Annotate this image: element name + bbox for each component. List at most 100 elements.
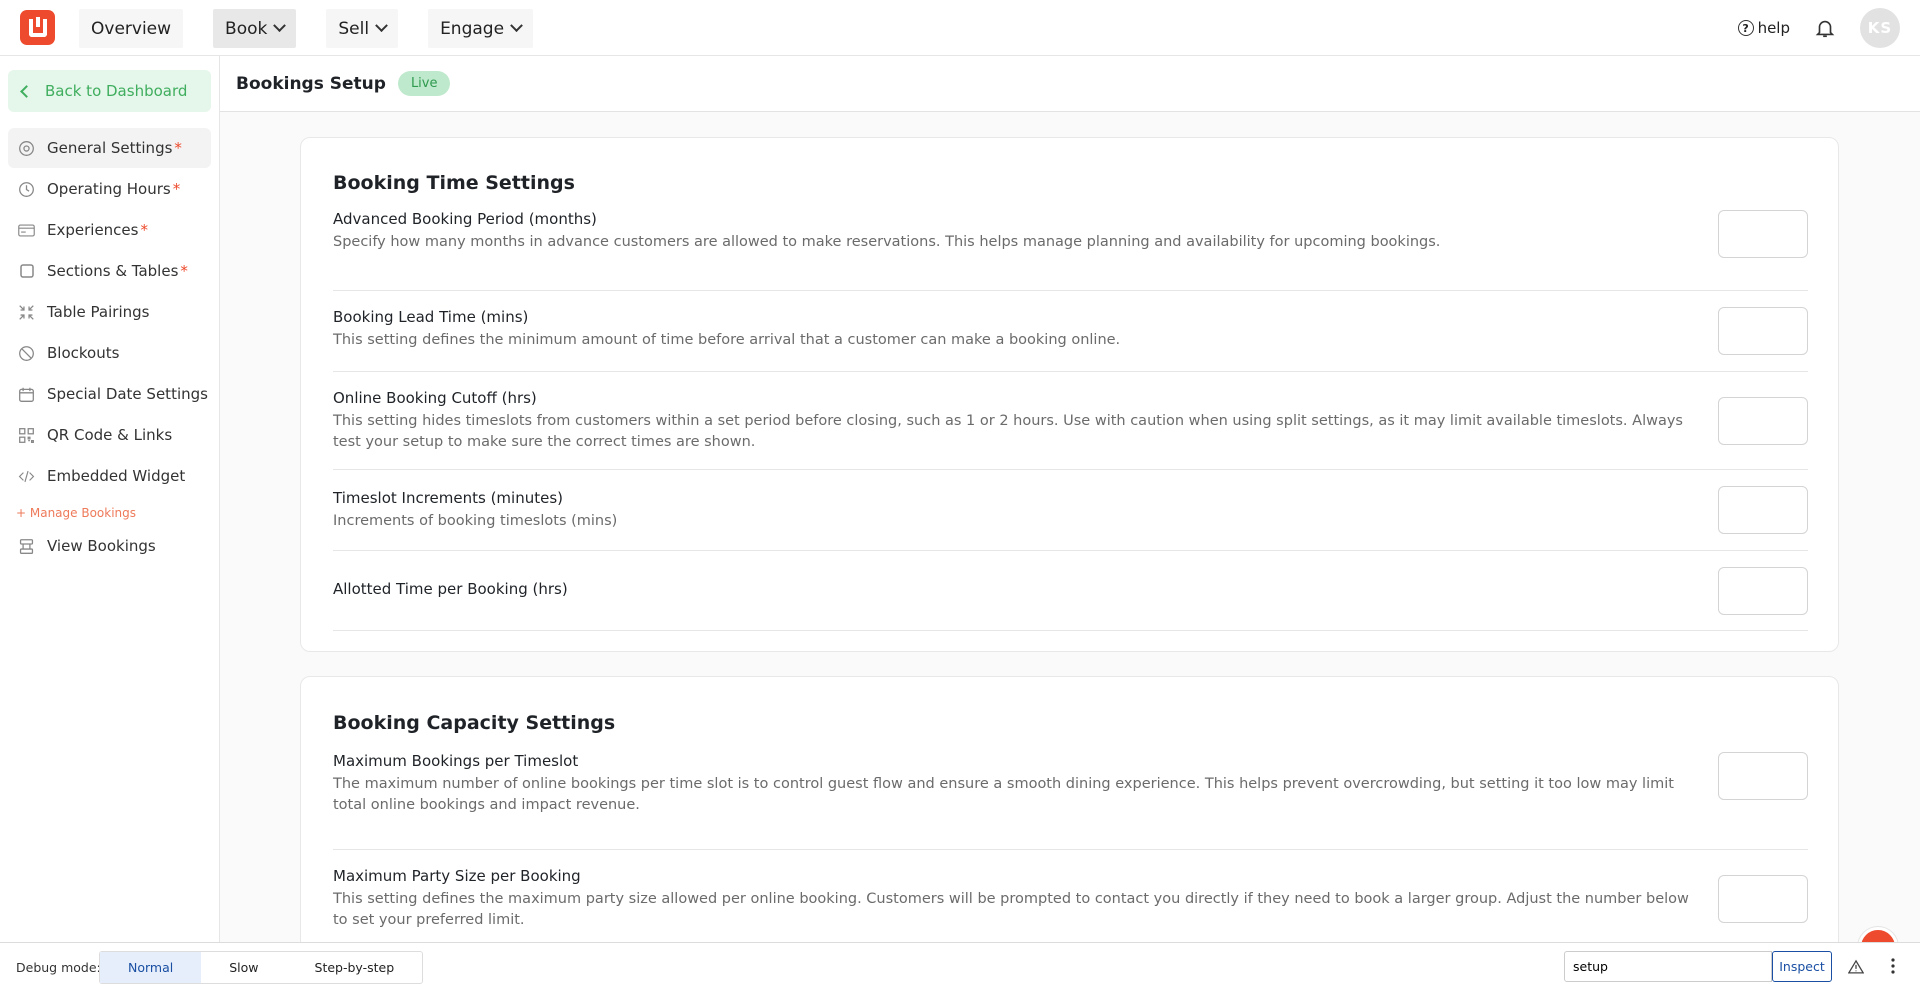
booking-lead-time-input[interactable] bbox=[1718, 307, 1808, 355]
sidebar-item-label: General Settings * bbox=[47, 139, 182, 157]
setting-row: Booking Lead Time (mins) This setting de… bbox=[333, 291, 1808, 372]
online-booking-cutoff-input[interactable] bbox=[1718, 397, 1808, 445]
page-title: Bookings Setup bbox=[236, 73, 386, 94]
nav-overview-label: Overview bbox=[91, 18, 172, 39]
setting-row: Online Booking Cutoff (hrs) This setting… bbox=[333, 372, 1808, 470]
sidebar-item-label: Experiences * bbox=[47, 221, 148, 239]
setting-description: This setting hides timeslots from custom… bbox=[333, 413, 1683, 450]
topbar-actions: ? help KS bbox=[1737, 8, 1900, 48]
sidebar-item-label: Embedded Widget bbox=[47, 467, 186, 485]
setting-row: Advanced Booking Period (months) Specify… bbox=[333, 210, 1808, 291]
setting-description: The maximum number of online bookings pe… bbox=[333, 776, 1674, 813]
sidebar-item-label: Special Date Settings bbox=[47, 385, 208, 403]
sidebar-item-label: Table Pairings bbox=[47, 303, 150, 321]
max-party-size-input[interactable] bbox=[1718, 875, 1808, 923]
sidebar-item-qr-code-links[interactable]: QR Code & Links bbox=[8, 415, 211, 455]
setting-label: Maximum Party Size per Booking bbox=[333, 867, 581, 885]
sidebar-item-experiences[interactable]: Experiences * bbox=[8, 210, 211, 250]
setting-description: Increments of booking timeslots (mins) bbox=[333, 513, 618, 529]
chevron-down-icon bbox=[510, 19, 523, 33]
nav-overview[interactable]: Overview bbox=[79, 9, 184, 48]
debug-mode-normal-button[interactable]: Normal bbox=[100, 952, 202, 983]
allotted-time-input[interactable] bbox=[1718, 567, 1808, 615]
nav-sell-label: Sell bbox=[338, 18, 370, 39]
nav-book[interactable]: Book bbox=[213, 9, 297, 48]
setting-row: Maximum Bookings per Timeslot The maximu… bbox=[333, 752, 1808, 850]
back-label: Back to Dashboard bbox=[45, 82, 188, 100]
setting-row: Timeslot Increments (minutes) Increments… bbox=[333, 470, 1808, 551]
logo-mark-icon bbox=[28, 16, 47, 37]
booking-time-settings-card: Booking Time Settings Advanced Booking P… bbox=[300, 137, 1839, 652]
help-link[interactable]: ? help bbox=[1737, 19, 1790, 37]
debug-search-input[interactable] bbox=[1564, 951, 1772, 982]
setting-label: Advanced Booking Period (months) bbox=[333, 210, 597, 228]
setting-row: Maximum Party Size per Booking This sett… bbox=[333, 850, 1808, 942]
nav-sell[interactable]: Sell bbox=[326, 9, 399, 48]
advanced-booking-period-input[interactable] bbox=[1718, 210, 1808, 258]
avatar[interactable]: KS bbox=[1860, 8, 1900, 48]
top-navbar: Overview Book Sell Engage ? help KS bbox=[0, 0, 1920, 56]
warning-button[interactable] bbox=[1843, 953, 1869, 979]
setting-description: Specify how many months in advance custo… bbox=[333, 234, 1441, 250]
manage-bookings-section-label[interactable]: + Manage Bookings bbox=[16, 506, 136, 520]
help-label: help bbox=[1757, 19, 1790, 37]
max-bookings-per-timeslot-input[interactable] bbox=[1718, 752, 1808, 800]
sidebar-item-embedded-widget[interactable]: Embedded Widget bbox=[8, 456, 211, 496]
debug-toolbar: Debug mode: Normal Slow Step-by-step Ins… bbox=[0, 942, 1920, 991]
sidebar-item-view-bookings[interactable]: View Bookings bbox=[8, 526, 211, 566]
main-content: Bookings Setup Live Booking Time Setting… bbox=[220, 56, 1920, 942]
more-vertical-icon bbox=[1891, 958, 1895, 974]
setting-label: Timeslot Increments (minutes) bbox=[333, 489, 563, 507]
warning-icon bbox=[1848, 959, 1864, 974]
card-icon bbox=[18, 222, 35, 239]
debug-mode-label: Debug mode: bbox=[16, 959, 101, 975]
setting-label: Allotted Time per Booking (hrs) bbox=[333, 580, 568, 598]
back-to-dashboard-button[interactable]: Back to Dashboard bbox=[8, 70, 211, 112]
inspect-button[interactable]: Inspect bbox=[1772, 951, 1832, 982]
setting-label: Online Booking Cutoff (hrs) bbox=[333, 389, 537, 407]
sidebar-item-label: Sections & Tables * bbox=[47, 262, 188, 280]
collapse-icon bbox=[18, 304, 35, 321]
sidebar-item-blockouts[interactable]: Blockouts bbox=[8, 333, 211, 373]
debug-mode-step-button[interactable]: Step-by-step bbox=[287, 952, 423, 983]
sidebar-item-label: View Bookings bbox=[47, 537, 156, 555]
sidebar-item-table-pairings[interactable]: Table Pairings bbox=[8, 292, 211, 332]
page-header: Bookings Setup Live bbox=[220, 56, 1920, 112]
sidebar-item-label: QR Code & Links bbox=[47, 426, 173, 444]
chevron-left-icon bbox=[20, 84, 33, 98]
clock-icon bbox=[18, 181, 35, 198]
debug-mode-selector: Normal Slow Step-by-step bbox=[99, 951, 424, 984]
nav-book-label: Book bbox=[225, 18, 268, 39]
sidebar: Back to Dashboard General Settings * Oper… bbox=[0, 56, 220, 942]
status-badge: Live bbox=[397, 71, 451, 96]
setting-label: Booking Lead Time (mins) bbox=[333, 308, 529, 326]
nav-engage[interactable]: Engage bbox=[428, 9, 534, 48]
setting-description: This setting defines the minimum amount … bbox=[333, 332, 1121, 348]
sidebar-item-special-date-settings[interactable]: Special Date Settings bbox=[8, 374, 211, 414]
sidebar-item-sections-tables[interactable]: Sections & Tables * bbox=[8, 251, 211, 291]
bookings-icon bbox=[18, 538, 35, 555]
sidebar-item-operating-hours[interactable]: Operating Hours * bbox=[8, 169, 211, 209]
timeslot-increments-input[interactable] bbox=[1718, 486, 1808, 534]
setting-description: This setting defines the maximum party s… bbox=[333, 891, 1689, 928]
card-title: Booking Capacity Settings bbox=[333, 712, 616, 734]
setting-label: Maximum Bookings per Timeslot bbox=[333, 752, 579, 770]
sidebar-item-label: Blockouts bbox=[47, 344, 120, 362]
sidebar-item-general-settings[interactable]: General Settings * bbox=[8, 128, 211, 168]
help-icon: ? bbox=[1737, 20, 1754, 36]
calendar-icon bbox=[18, 386, 35, 403]
app-logo[interactable] bbox=[20, 10, 55, 45]
chevron-down-icon bbox=[273, 19, 287, 33]
setting-row: Allotted Time per Booking (hrs) bbox=[333, 551, 1808, 631]
code-icon bbox=[18, 468, 35, 485]
sidebar-item-label: Operating Hours * bbox=[47, 180, 181, 198]
nav-engage-label: Engage bbox=[440, 18, 505, 39]
debug-mode-slow-button[interactable]: Slow bbox=[201, 952, 286, 983]
chevron-down-icon bbox=[375, 19, 388, 33]
more-options-button[interactable] bbox=[1880, 953, 1906, 979]
main-nav: Overview Book Sell Engage bbox=[79, 9, 563, 48]
block-icon bbox=[18, 345, 35, 362]
bell-icon[interactable] bbox=[1814, 17, 1836, 39]
qr-icon bbox=[18, 427, 35, 444]
card-title: Booking Time Settings bbox=[333, 172, 575, 194]
